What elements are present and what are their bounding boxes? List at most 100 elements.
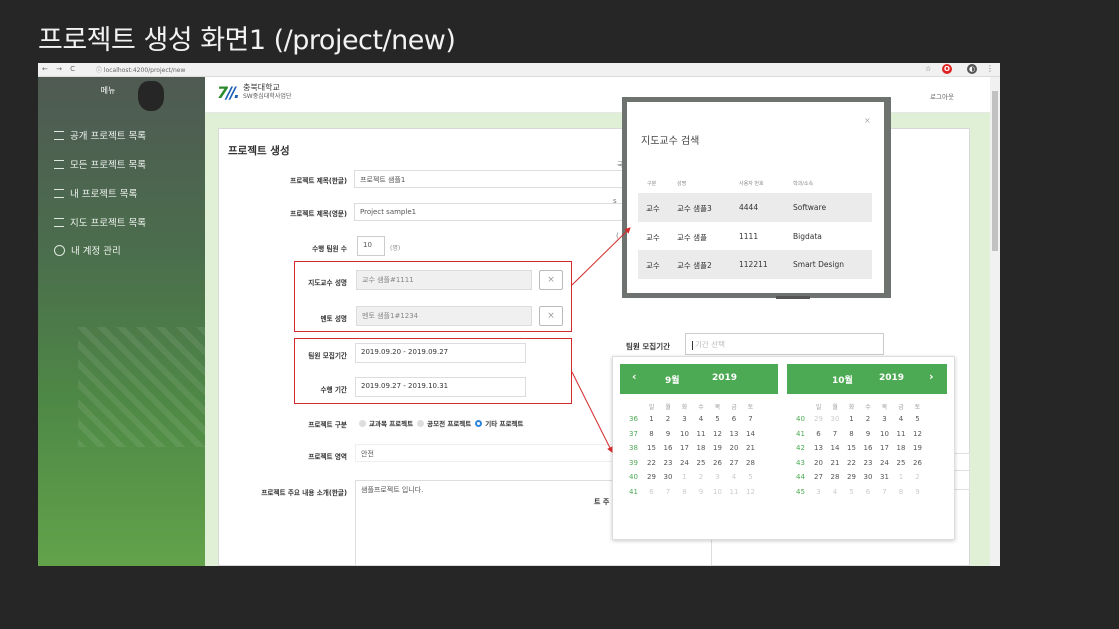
calendar-day[interactable]: 9 — [661, 430, 676, 438]
calendar-day[interactable]: 5 — [844, 488, 859, 496]
calendar-day[interactable]: 28 — [743, 459, 758, 467]
calendar-day[interactable]: 10 — [877, 430, 892, 438]
calendar-day[interactable]: 5 — [910, 415, 925, 423]
calendar-day[interactable]: 4 — [828, 488, 843, 496]
calendar-day[interactable]: 13 — [727, 430, 742, 438]
calendar-day[interactable]: 6 — [727, 415, 742, 423]
calendar-day[interactable]: 1 — [644, 415, 659, 423]
category-radio-other[interactable]: 기타 프로젝트 — [475, 418, 523, 428]
prev-month-button[interactable]: ‹ — [632, 370, 637, 383]
calendar-day[interactable]: 3 — [811, 488, 826, 496]
calendar-day[interactable]: 18 — [894, 444, 909, 452]
calendar-day[interactable]: 3 — [677, 415, 692, 423]
calendar-day[interactable]: 19 — [910, 444, 925, 452]
calendar-day[interactable]: 1 — [894, 473, 909, 481]
category-radio-contest[interactable]: 공모전 프로젝트 — [417, 418, 471, 428]
calendar-day[interactable]: 14 — [743, 430, 758, 438]
calendar-day[interactable]: 9 — [694, 488, 709, 496]
calendar-day[interactable]: 3 — [877, 415, 892, 423]
calendar-day[interactable]: 8 — [644, 430, 659, 438]
page-scrollbar[interactable] — [990, 77, 1000, 566]
calendar-day[interactable]: 11 — [894, 430, 909, 438]
calendar-day[interactable]: 31 — [877, 473, 892, 481]
calendar-day[interactable]: 29 — [644, 473, 659, 481]
calendar-day[interactable]: 23 — [661, 459, 676, 467]
calendar-day[interactable]: 2 — [661, 415, 676, 423]
calendar-day[interactable]: 2 — [861, 415, 876, 423]
browser-menu-icon[interactable]: ⋮ — [986, 64, 994, 73]
calendar-day[interactable]: 13 — [811, 444, 826, 452]
calendar-day[interactable]: 15 — [844, 444, 859, 452]
calendar-day[interactable]: 10 — [710, 488, 725, 496]
browser-nav-icons[interactable]: ← → C — [42, 65, 78, 73]
calendar-day[interactable]: 21 — [828, 459, 843, 467]
sidebar-item-advised-projects[interactable]: 지도 프로젝트 목록 — [54, 215, 146, 229]
calendar-day[interactable]: 6 — [811, 430, 826, 438]
calendar-day[interactable]: 21 — [743, 444, 758, 452]
calendar-day[interactable]: 14 — [828, 444, 843, 452]
calendar-day[interactable]: 7 — [877, 488, 892, 496]
calendar-day[interactable]: 3 — [710, 473, 725, 481]
calendar-day[interactable]: 20 — [727, 444, 742, 452]
bookmark-star-icon[interactable]: ☆ — [925, 65, 931, 73]
calendar-day[interactable]: 11 — [694, 430, 709, 438]
calendar-day[interactable]: 4 — [727, 473, 742, 481]
table-row[interactable]: 교수 교수 샘플 1111 Bigdata — [638, 222, 872, 251]
calendar-day[interactable]: 30 — [828, 415, 843, 423]
date-range-input[interactable]: 기간 선택 — [685, 333, 884, 355]
calendar-day[interactable]: 27 — [727, 459, 742, 467]
calendar-day[interactable]: 5 — [743, 473, 758, 481]
calendar-day[interactable]: 1 — [844, 415, 859, 423]
university-logo[interactable]: 7//. — [217, 83, 240, 102]
calendar-day[interactable]: 8 — [894, 488, 909, 496]
sidebar-item-account[interactable]: 내 계정 관리 — [54, 243, 121, 257]
calendar-day[interactable]: 12 — [710, 430, 725, 438]
scrollbar-thumb[interactable] — [992, 91, 998, 251]
sidebar-item-public-projects[interactable]: 공개 프로젝트 목록 — [54, 128, 146, 142]
calendar-day[interactable]: 1 — [677, 473, 692, 481]
calendar-day[interactable]: 25 — [694, 459, 709, 467]
calendar-day[interactable]: 22 — [844, 459, 859, 467]
calendar-day[interactable]: 20 — [811, 459, 826, 467]
sidebar-item-my-projects[interactable]: 내 프로젝트 목록 — [54, 186, 137, 200]
calendar-day[interactable]: 25 — [894, 459, 909, 467]
calendar-day[interactable]: 8 — [844, 430, 859, 438]
close-icon[interactable]: × — [864, 116, 871, 125]
calendar-day[interactable]: 2 — [694, 473, 709, 481]
calendar-day[interactable]: 22 — [644, 459, 659, 467]
calendar-day[interactable]: 12 — [910, 430, 925, 438]
calendar-day[interactable]: 30 — [661, 473, 676, 481]
calendar-day[interactable]: 16 — [661, 444, 676, 452]
calendar-day[interactable]: 4 — [694, 415, 709, 423]
calendar-day[interactable]: 7 — [743, 415, 758, 423]
table-row[interactable]: 교수 교수 샘플2 112211 Smart Design — [638, 250, 872, 279]
calendar-day[interactable]: 4 — [894, 415, 909, 423]
extension-icon[interactable]: ◐ — [967, 64, 977, 74]
calendar-day[interactable]: 6 — [861, 488, 876, 496]
address-bar[interactable]: ⓘ localhost:4200/project/new — [96, 65, 185, 74]
calendar-day[interactable]: 12 — [743, 488, 758, 496]
calendar-day[interactable]: 17 — [677, 444, 692, 452]
category-radio-course[interactable]: 교과목 프로젝트 — [359, 418, 413, 428]
calendar-day[interactable]: 24 — [677, 459, 692, 467]
calendar-day[interactable]: 26 — [910, 459, 925, 467]
calendar-day[interactable]: 30 — [861, 473, 876, 481]
calendar-day[interactable]: 29 — [811, 415, 826, 423]
calendar-day[interactable]: 16 — [861, 444, 876, 452]
table-row[interactable]: 교수 교수 샘플3 4444 Software — [638, 193, 872, 222]
calendar-day[interactable]: 19 — [710, 444, 725, 452]
calendar-day[interactable]: 11 — [727, 488, 742, 496]
extension-opera-icon[interactable]: O — [942, 64, 952, 74]
calendar-day[interactable]: 15 — [644, 444, 659, 452]
team-count-input[interactable]: 10 — [357, 236, 385, 256]
calendar-day[interactable]: 2 — [910, 473, 925, 481]
calendar-day[interactable]: 10 — [677, 430, 692, 438]
calendar-day[interactable]: 9 — [861, 430, 876, 438]
calendar-day[interactable]: 9 — [910, 488, 925, 496]
logout-link[interactable]: 로그아웃 — [930, 91, 954, 101]
calendar-day[interactable]: 5 — [710, 415, 725, 423]
calendar-day[interactable]: 26 — [710, 459, 725, 467]
next-month-button[interactable]: › — [929, 370, 934, 383]
sidebar-item-all-projects[interactable]: 모든 프로젝트 목록 — [54, 157, 146, 171]
calendar-day[interactable]: 29 — [844, 473, 859, 481]
